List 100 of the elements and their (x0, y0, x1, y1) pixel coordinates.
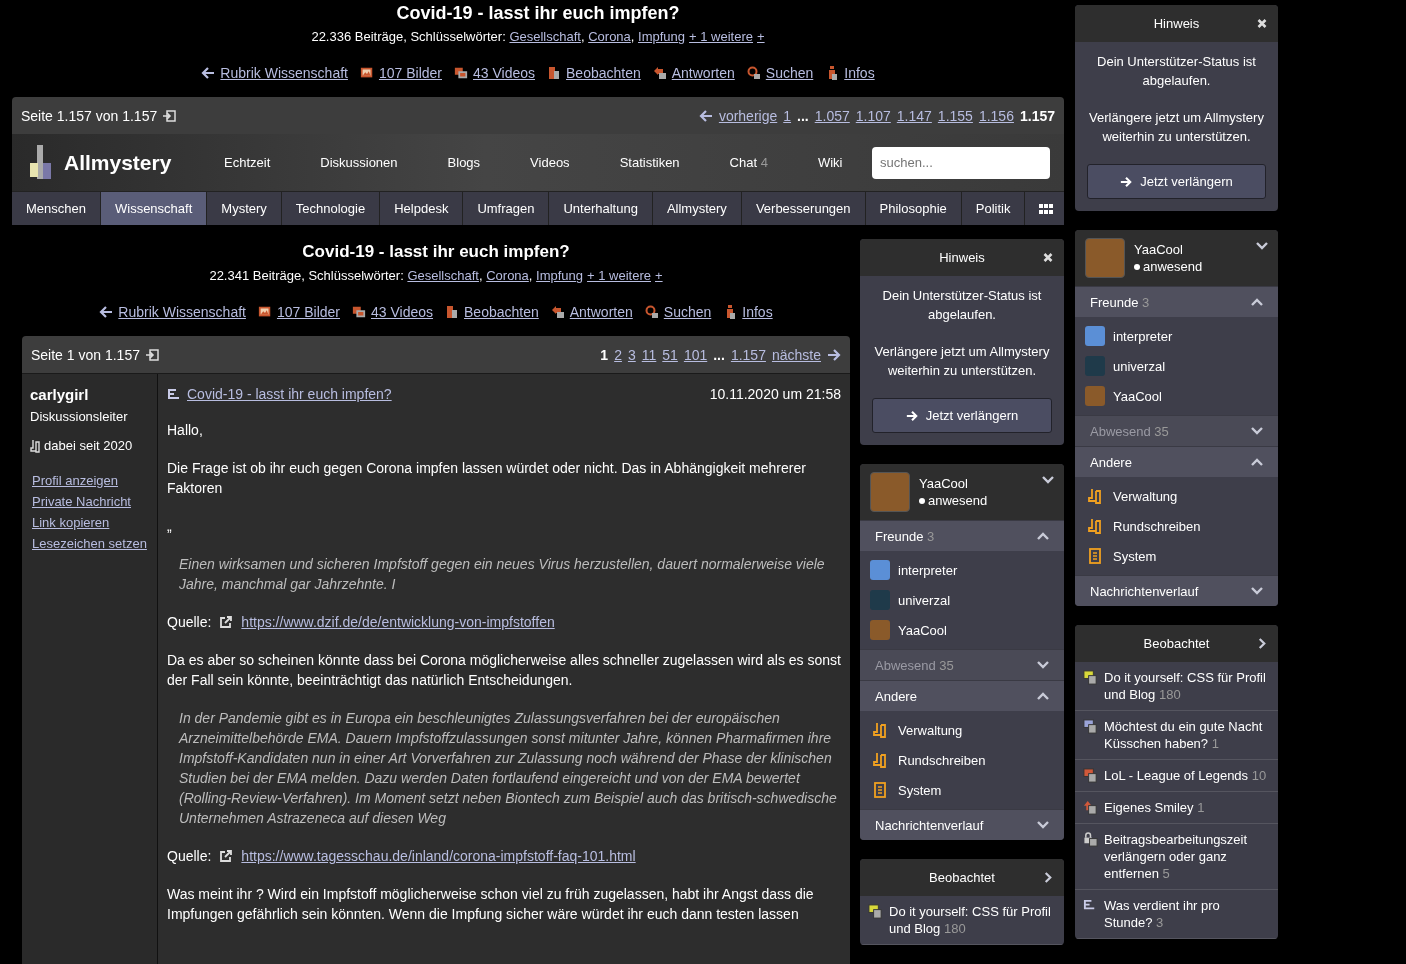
sidebar-item[interactable]: Verwaltung (898, 722, 963, 738)
sidebar-item[interactable]: Rundschreiben (1113, 518, 1201, 534)
page-link[interactable]: 1.156 (978, 107, 1014, 124)
sidebar-item[interactable]: YaaCool (1113, 388, 1162, 404)
topic-link[interactable]: Beobachten (464, 304, 539, 320)
chevron-up-icon[interactable] (1251, 298, 1263, 306)
keyword-link[interactable]: Gesellschaft (509, 29, 581, 44)
chevron-down-icon[interactable] (1037, 661, 1049, 669)
author-action-link[interactable]: Link kopieren (32, 515, 149, 530)
category-tab[interactable]: Mystery (207, 192, 282, 225)
section-header[interactable]: Andere (1075, 446, 1278, 477)
page-link[interactable]: 51 (662, 346, 678, 363)
topic-link[interactable]: Rubrik Wissenschaft (118, 304, 246, 320)
topic-link[interactable]: Antworten (671, 65, 735, 81)
renew-button[interactable]: Jetzt verlängern (872, 398, 1052, 433)
sidebar-item[interactable]: System (1113, 548, 1157, 564)
sidebar-item[interactable]: YaaCool (898, 622, 947, 638)
topic-link[interactable]: Suchen (663, 304, 712, 320)
category-tab[interactable]: Umfragen (463, 192, 550, 225)
category-tab[interactable]: Verbesserungen (741, 192, 866, 225)
sidebar-item[interactable]: Rundschreiben (898, 752, 986, 768)
category-tab[interactable]: Helpdesk (380, 192, 464, 225)
section-header[interactable]: Nachrichtenverlauf (860, 809, 1064, 840)
section-header[interactable]: Freunde 3 (1075, 286, 1278, 317)
page-jump-icon[interactable] (162, 109, 177, 122)
more-keywords-link[interactable]: + 1 weitere (587, 268, 651, 283)
chevron-down-icon[interactable] (1037, 821, 1049, 829)
category-tab[interactable]: Allmystery (652, 192, 742, 225)
sidebar-item[interactable]: interpreter (1113, 328, 1173, 344)
more-keywords-link[interactable]: + (757, 29, 765, 44)
keyword-link[interactable]: Impfung (638, 29, 686, 44)
topic-link[interactable]: 43 Videos (371, 304, 433, 320)
nav-link[interactable]: Diskussionen (320, 155, 398, 170)
topic-link[interactable]: Beobachten (566, 65, 641, 81)
chevron-down-icon[interactable] (1256, 242, 1268, 250)
sidebar-item[interactable]: Verwaltung (1113, 488, 1178, 504)
chevron-up-icon[interactable] (1037, 692, 1049, 700)
category-tab[interactable]: Menschen (12, 192, 101, 225)
section-header[interactable]: Andere (860, 680, 1064, 711)
post-title-link[interactable]: Covid-19 - lasst ihr euch impfen? (187, 386, 392, 402)
page-link[interactable]: 1.147 (896, 107, 932, 124)
watched-thread-link[interactable]: Was verdient ihr pro Stunde? 3 (1104, 897, 1270, 931)
nav-link[interactable]: Echtzeit (224, 155, 271, 170)
watched-thread-link[interactable]: Do it yourself: CSS für Profil und Blog 180 (889, 903, 1056, 937)
keyword-link[interactable]: Corona (588, 29, 631, 44)
page-link[interactable]: 101 (683, 346, 708, 363)
user-name[interactable]: YaaCool (1134, 241, 1247, 258)
topic-link[interactable]: Infos (742, 304, 773, 320)
source-link[interactable]: https://www.tagesschau.de/inland/corona-impfstoff-faq-101.html (241, 846, 636, 866)
page-link[interactable]: 3 (627, 346, 636, 363)
author-action-link[interactable]: Lesezeichen setzen (32, 536, 149, 551)
watched-thread-link[interactable]: LoL - League of Legends 10 (1104, 767, 1267, 784)
site-logo[interactable]: Allmystery (64, 150, 172, 175)
chevron-up-icon[interactable] (1251, 458, 1263, 466)
page-link[interactable]: 11 (641, 346, 657, 363)
page-jump-icon[interactable] (145, 348, 159, 361)
sidebar-item[interactable]: univerzal (898, 592, 951, 608)
keyword-link[interactable]: Corona (486, 268, 529, 283)
category-tab[interactable]: Wissenschaft (101, 192, 208, 225)
section-header[interactable]: Freunde 3 (860, 520, 1064, 551)
chevron-down-icon[interactable] (1251, 427, 1263, 435)
page-link[interactable]: 2 (614, 346, 622, 363)
page-link[interactable]: 1.157 (730, 346, 766, 363)
nav-link[interactable]: Chat 4 (729, 155, 768, 170)
nav-link[interactable]: Videos (530, 155, 570, 170)
watched-thread-link[interactable]: Eigenes Smiley 1 (1104, 799, 1205, 816)
sidebar-item[interactable]: univerzal (1113, 358, 1166, 374)
previous-page-link[interactable]: vorherige (718, 107, 778, 124)
category-tab[interactable]: Technologie (281, 192, 381, 225)
more-keywords-link[interactable]: + 1 weitere (689, 29, 753, 44)
topic-link[interactable]: Rubrik Wissenschaft (220, 65, 348, 81)
page-link[interactable]: 1.155 (937, 107, 973, 124)
topic-link[interactable]: Infos (844, 65, 875, 81)
page-link[interactable]: 1 (783, 107, 792, 124)
nav-link[interactable]: Statistiken (619, 155, 680, 170)
close-icon[interactable] (1257, 18, 1267, 29)
watched-thread-link[interactable]: Do it yourself: CSS für Profil und Blog 180 (1104, 669, 1270, 703)
watched-thread-link[interactable]: Beitragsbearbeitungszeit verlängern oder ganz entfernen 5 (1104, 831, 1270, 882)
page-link[interactable]: 1 (600, 346, 609, 363)
topic-link[interactable]: 107 Bilder (378, 65, 442, 81)
next-page-link[interactable]: nächste (771, 346, 821, 363)
category-tab[interactable]: Unterhaltung (549, 192, 653, 225)
topic-link[interactable]: 43 Videos (473, 65, 535, 81)
topic-link[interactable]: Antworten (569, 304, 633, 320)
topic-link[interactable]: Suchen (765, 65, 814, 81)
author-action-link[interactable]: Profil anzeigen (32, 473, 149, 488)
keyword-link[interactable]: Impfung (536, 268, 584, 283)
topic-link[interactable]: 107 Bilder (276, 304, 340, 320)
chevron-up-icon[interactable] (1037, 532, 1049, 540)
chevron-right-icon[interactable] (1257, 638, 1267, 649)
sidebar-item[interactable]: interpreter (898, 562, 958, 578)
page-link[interactable]: 1.107 (855, 107, 891, 124)
category-tab[interactable]: Philosophie (865, 192, 962, 225)
nav-link[interactable]: Blogs (447, 155, 481, 170)
chevron-down-icon[interactable] (1251, 587, 1263, 595)
chevron-right-icon[interactable] (1043, 872, 1053, 883)
nav-link[interactable]: Wiki (817, 155, 843, 170)
watched-thread-link[interactable]: Möchtest du ein gute Nacht Küsschen haben? 1 (1104, 718, 1270, 752)
close-icon[interactable] (1043, 252, 1053, 263)
more-keywords-link[interactable]: + (655, 268, 663, 283)
